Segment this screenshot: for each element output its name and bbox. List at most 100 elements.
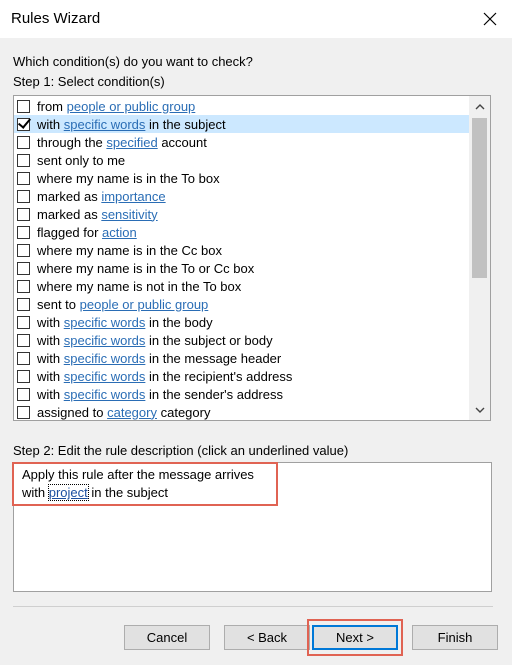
condition-item[interactable]: flagged for action [14,223,469,241]
condition-value-link[interactable]: specific words [64,387,146,402]
condition-value-link[interactable]: specific words [64,351,146,366]
description-text: with [22,485,49,500]
condition-value-link[interactable]: specific words [64,369,146,384]
cancel-button[interactable]: Cancel [124,625,210,650]
condition-checkbox[interactable] [17,369,30,383]
condition-text: sent only to me [37,152,126,168]
condition-item[interactable]: sent to people or public group [14,295,469,313]
condition-checkbox[interactable] [17,171,30,185]
condition-checkbox[interactable] [17,405,30,419]
condition-value-link[interactable]: specified [106,135,157,150]
condition-checkbox[interactable] [17,99,30,113]
description-line-2: with project in the subject [22,484,168,501]
condition-text: in the message header [145,350,282,366]
condition-checkbox[interactable] [17,261,30,275]
condition-text: where my name is not in the To box [37,278,242,294]
chevron-up-icon [475,103,484,109]
condition-item[interactable]: with specific words in the subject or bo… [14,331,469,349]
condition-item[interactable]: where my name is not in the To box [14,277,469,295]
condition-checkbox[interactable] [17,387,30,401]
condition-text: with [37,332,64,348]
scroll-up-button[interactable] [469,96,490,116]
scroll-thumb[interactable] [472,118,487,278]
condition-item[interactable]: where my name is in the To or Cc box [14,259,469,277]
conditions-scrollbar[interactable] [469,96,490,420]
rule-description-box: Apply this rule after the message arrive… [13,462,492,592]
condition-text: in the subject [145,116,226,132]
condition-item[interactable]: marked as importance [14,187,469,205]
condition-checkbox[interactable] [17,279,30,293]
condition-text: flagged for [37,224,103,240]
condition-value-link[interactable]: action [102,225,137,240]
conditions-prompt: Which condition(s) do you want to check? [13,54,253,69]
condition-text: from [37,98,67,114]
condition-text: with [37,368,64,384]
condition-text: marked as [37,188,102,204]
condition-checkbox[interactable] [17,243,30,257]
condition-text: where my name is in the To or Cc box [37,260,255,276]
separator [13,606,493,607]
close-icon [483,12,497,26]
condition-text: in the recipient's address [145,368,293,384]
condition-text: where my name is in the To box [37,170,220,186]
condition-item[interactable]: with specific words in the recipient's a… [14,367,469,385]
condition-item[interactable]: with specific words in the message heade… [14,349,469,367]
step1-label: Step 1: Select condition(s) [13,74,165,89]
condition-text: in the subject or body [145,332,273,348]
condition-text: with [37,116,64,132]
condition-value-link[interactable]: sensitivity [101,207,157,222]
step2-label: Step 2: Edit the rule description (click… [13,443,349,458]
condition-checkbox[interactable] [17,117,30,131]
condition-text: sent to [37,296,80,312]
condition-text: in the sender's address [145,386,283,402]
description-text: in the subject [87,485,168,500]
condition-text: in the body [145,314,213,330]
condition-value-link[interactable]: category [107,405,157,420]
condition-text: assigned to [37,404,108,420]
chevron-down-icon [475,407,484,413]
condition-item[interactable]: with specific words in the body [14,313,469,331]
back-button[interactable]: < Back [224,625,310,650]
condition-value-link[interactable]: people or public group [80,297,209,312]
condition-text: category [156,404,211,420]
window-title: Rules Wizard [11,10,101,27]
condition-checkbox[interactable] [17,189,30,203]
condition-value-link[interactable]: importance [101,189,165,204]
condition-checkbox[interactable] [17,333,30,347]
condition-item[interactable]: where my name is in the To box [14,169,469,187]
next-button[interactable]: Next > [312,625,398,650]
condition-checkbox[interactable] [17,315,30,329]
condition-value-link[interactable]: specific words [64,333,146,348]
condition-text: marked as [37,206,102,222]
scroll-down-button[interactable] [469,400,490,420]
condition-checkbox[interactable] [17,297,30,311]
close-button[interactable] [468,0,512,38]
condition-item[interactable]: from people or public group [14,97,469,115]
finish-button[interactable]: Finish [412,625,498,650]
title-bar: Rules Wizard [0,0,512,38]
condition-text: with [37,314,64,330]
conditions-list[interactable]: from people or public group with specific… [13,95,491,421]
condition-text: with [37,350,64,366]
condition-value-link[interactable]: specific words [64,315,146,330]
value-link-project[interactable]: project [47,484,89,501]
condition-checkbox[interactable] [17,225,30,239]
condition-value-link[interactable]: people or public group [67,99,196,114]
condition-item[interactable]: through the specified account [14,133,469,151]
condition-text: account [157,134,207,150]
condition-item[interactable]: with specific words in the sender's addr… [14,385,469,403]
condition-value-link[interactable]: specific words [64,117,146,132]
condition-checkbox[interactable] [17,153,30,167]
condition-text: where my name is in the Cc box [37,242,222,258]
condition-item[interactable]: sent only to me [14,151,469,169]
condition-text: through the [37,134,107,150]
description-line-1: Apply this rule after the message arrive… [22,467,254,482]
condition-item[interactable]: where my name is in the Cc box [14,241,469,259]
condition-checkbox[interactable] [17,207,30,221]
condition-item[interactable]: with specific words in the subject [14,115,469,133]
condition-text: with [37,386,64,402]
condition-item[interactable]: marked as sensitivity [14,205,469,223]
condition-checkbox[interactable] [17,135,30,149]
condition-checkbox[interactable] [17,351,30,365]
condition-item[interactable]: assigned to category category [14,403,469,420]
